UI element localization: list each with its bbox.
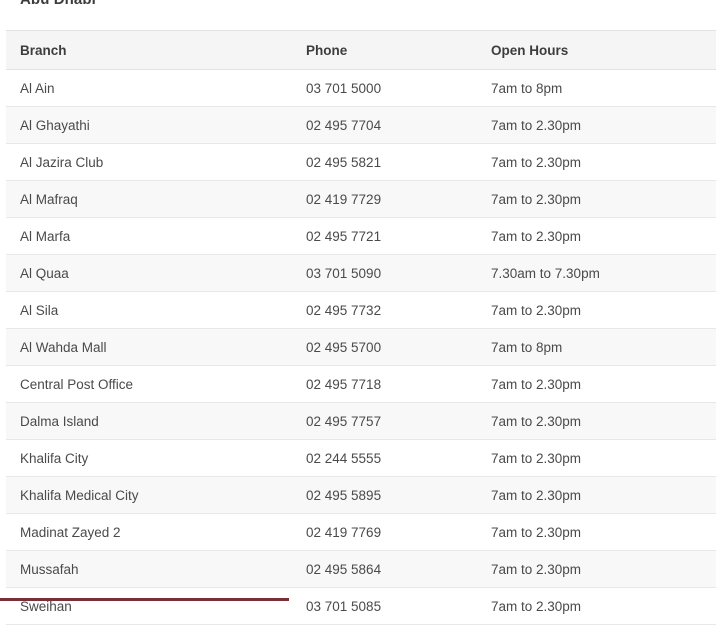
table-row[interactable]: Madinat Zayed 2 02 419 7769 7am to 2.30pm [6,513,716,551]
cell-hours: 7am to 2.30pm [477,106,716,144]
cell-branch: Mussafah [6,550,292,588]
branch-table-container: Branch Phone Open Hours Al Ain 03 701 500… [6,30,716,625]
table-row[interactable]: Al Ghayathi 02 495 7704 7am to 2.30pm [6,106,716,144]
table-header: Branch Phone Open Hours [6,30,716,70]
cell-hours: 7am to 2.30pm [477,513,716,551]
cell-phone: 02 495 5895 [292,476,477,514]
cell-hours: 7am to 2.30pm [477,143,716,181]
table-row[interactable]: Dalma Island 02 495 7757 7am to 2.30pm [6,402,716,440]
branch-table: Branch Phone Open Hours Al Ain 03 701 500… [6,30,716,625]
cell-phone: 03 701 5085 [292,587,477,625]
table-row[interactable]: Al Quaa 03 701 5090 7.30am to 7.30pm [6,254,716,292]
table-row[interactable]: Al Jazira Club 02 495 5821 7am to 2.30pm [6,143,716,181]
cell-hours: 7am to 2.30pm [477,587,716,625]
cell-branch: Al Ain [6,69,292,107]
cell-hours: 7am to 2.30pm [477,180,716,218]
cell-hours: 7am to 2.30pm [477,365,716,403]
cell-branch: Al Jazira Club [6,143,292,181]
cell-branch: Al Ghayathi [6,106,292,144]
cell-phone: 03 701 5000 [292,69,477,107]
cell-phone: 02 495 5864 [292,550,477,588]
cell-phone: 02 495 7704 [292,106,477,144]
cell-phone: 02 244 5555 [292,439,477,477]
table-row[interactable]: Mussafah 02 495 5864 7am to 2.30pm [6,550,716,588]
page-title: Abu Dhabi [20,0,96,8]
cell-branch: Central Post Office [6,365,292,403]
table-row[interactable]: Al Mafraq 02 419 7729 7am to 2.30pm [6,180,716,218]
cell-phone: 02 495 7718 [292,365,477,403]
cell-branch: Al Marfa [6,217,292,255]
table-row[interactable]: Khalifa Medical City 02 495 5895 7am to 2.… [6,476,716,514]
cell-hours: 7am to 2.30pm [477,439,716,477]
cell-hours: 7am to 2.30pm [477,402,716,440]
column-header-branch[interactable]: Branch [6,30,292,70]
cell-phone: 03 701 5090 [292,254,477,292]
table-row[interactable]: Khalifa City 02 244 5555 7am to 2.30pm [6,439,716,477]
cell-branch: Al Wahda Mall [6,328,292,366]
cell-branch: Al Sila [6,291,292,329]
cell-branch: Khalifa Medical City [6,476,292,514]
cell-phone: 02 495 5700 [292,328,477,366]
table-row[interactable]: Al Marfa 02 495 7721 7am to 2.30pm [6,217,716,255]
column-header-open-hours[interactable]: Open Hours [477,30,716,70]
cell-branch: Al Quaa [6,254,292,292]
cell-hours: 7am to 2.30pm [477,550,716,588]
table-row[interactable]: Al Wahda Mall 02 495 5700 7am to 8pm [6,328,716,366]
table-body: Al Ain 03 701 5000 7am to 8pm Al Ghayathi 02… [6,69,716,625]
bottom-progress-bar[interactable] [0,598,722,601]
cell-branch: Al Mafraq [6,180,292,218]
cell-hours: 7am to 2.30pm [477,476,716,514]
cell-phone: 02 419 7729 [292,180,477,218]
cell-branch: Khalifa City [6,439,292,477]
cell-branch: Dalma Island [6,402,292,440]
cell-hours: 7.30am to 7.30pm [477,254,716,292]
cell-phone: 02 495 5821 [292,143,477,181]
cell-phone: 02 495 7757 [292,402,477,440]
cell-hours: 7am to 2.30pm [477,291,716,329]
cell-phone: 02 495 7721 [292,217,477,255]
table-header-row: Branch Phone Open Hours [6,30,716,70]
cell-branch: Madinat Zayed 2 [6,513,292,551]
cell-hours: 7am to 8pm [477,69,716,107]
table-row[interactable]: Central Post Office 02 495 7718 7am to 2.3… [6,365,716,403]
table-row[interactable]: Al Sila 02 495 7732 7am to 2.30pm [6,291,716,329]
cell-hours: 7am to 8pm [477,328,716,366]
table-row[interactable]: Sweihan 03 701 5085 7am to 2.30pm [6,587,716,625]
column-header-phone[interactable]: Phone [292,30,477,70]
cell-phone: 02 419 7769 [292,513,477,551]
cell-hours: 7am to 2.30pm [477,217,716,255]
bottom-progress-fill [0,598,289,601]
table-row[interactable]: Al Ain 03 701 5000 7am to 8pm [6,69,716,107]
cell-branch: Sweihan [6,587,292,625]
cell-phone: 02 495 7732 [292,291,477,329]
